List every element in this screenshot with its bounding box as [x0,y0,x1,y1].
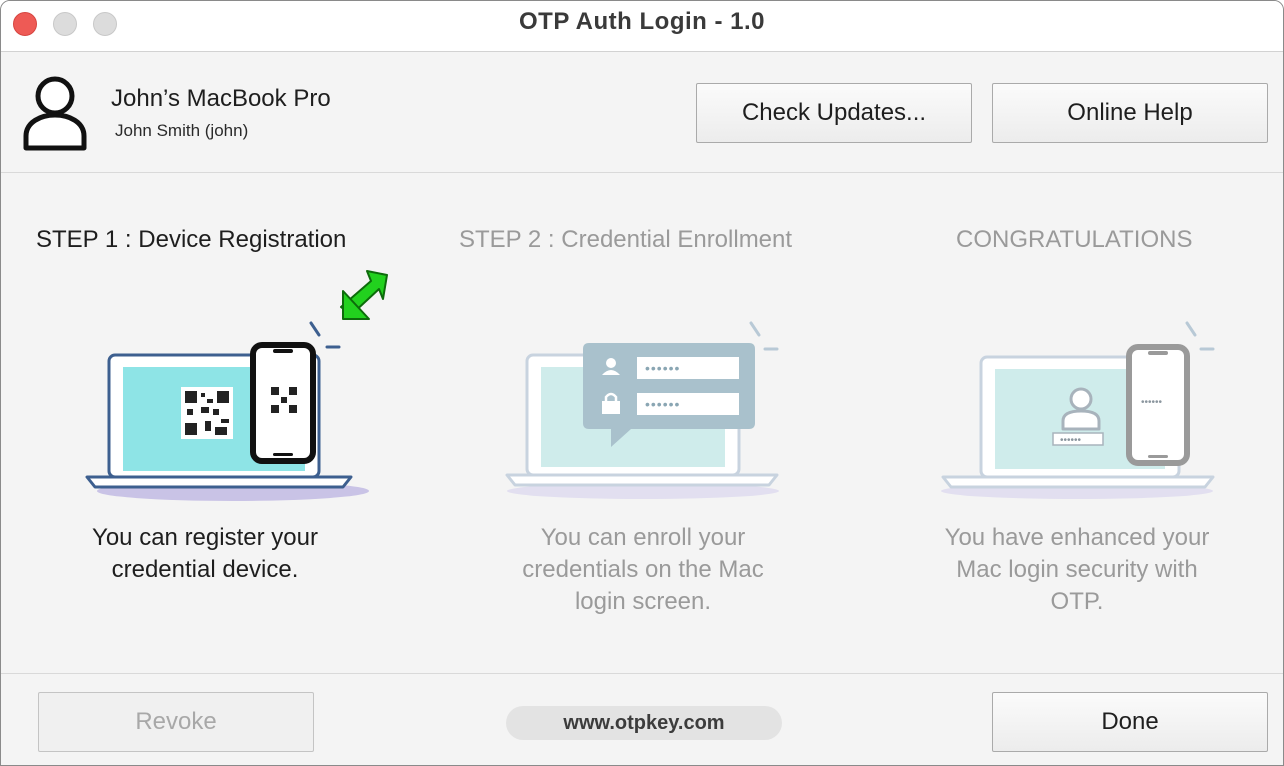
phone-password-mask: •••••• [1141,397,1163,408]
qr-code-icon [181,387,233,439]
user-name: John Smith (john) [115,121,249,140]
congratulations-description: You have enhanced your Mac login securit… [944,524,1210,615]
signal-icon [309,321,341,349]
username-mask: •••••• [645,360,680,376]
footer-bar: Revoke www.otpkey.com Done [1,673,1283,765]
title-bar: OTP Auth Login - 1.0 [1,1,1283,52]
user-icon [23,76,87,151]
congratulations-illustration: •••••• •••••• [941,321,1215,499]
step-1-description: You can register your credential device. [92,524,318,583]
check-updates-button[interactable]: Check Updates... [696,83,972,143]
step-1-title: STEP 1 : Device Registration [36,226,347,253]
device-registration-illustration [85,270,388,501]
app-window: OTP Auth Login - 1.0 John’s MacBook Pro … [0,0,1284,766]
phone-icon [250,342,316,464]
account-header: John’s MacBook Pro John Smith (john) Che… [1,52,1283,173]
window-title: OTP Auth Login - 1.0 [519,8,765,35]
credential-enrollment-illustration: •••••• •••••• [505,321,779,499]
password-mask: •••••• [645,396,680,412]
step-2-description: You can enroll your credentials on the M… [522,524,764,615]
green-arrow-icon [340,270,388,320]
signal-icon [1185,321,1215,351]
congratulations-title: CONGRATULATIONS [956,226,1193,253]
step-2-title: STEP 2 : Credential Enrollment [459,226,793,253]
computer-name: John’s MacBook Pro [111,85,331,112]
done-button[interactable]: Done [992,692,1268,752]
online-help-button[interactable]: Online Help [992,83,1268,143]
website-link[interactable]: www.otpkey.com [506,706,782,740]
signal-icon [749,321,779,351]
revoke-button[interactable]: Revoke [38,692,314,752]
login-password-mask: •••••• [1060,435,1082,446]
